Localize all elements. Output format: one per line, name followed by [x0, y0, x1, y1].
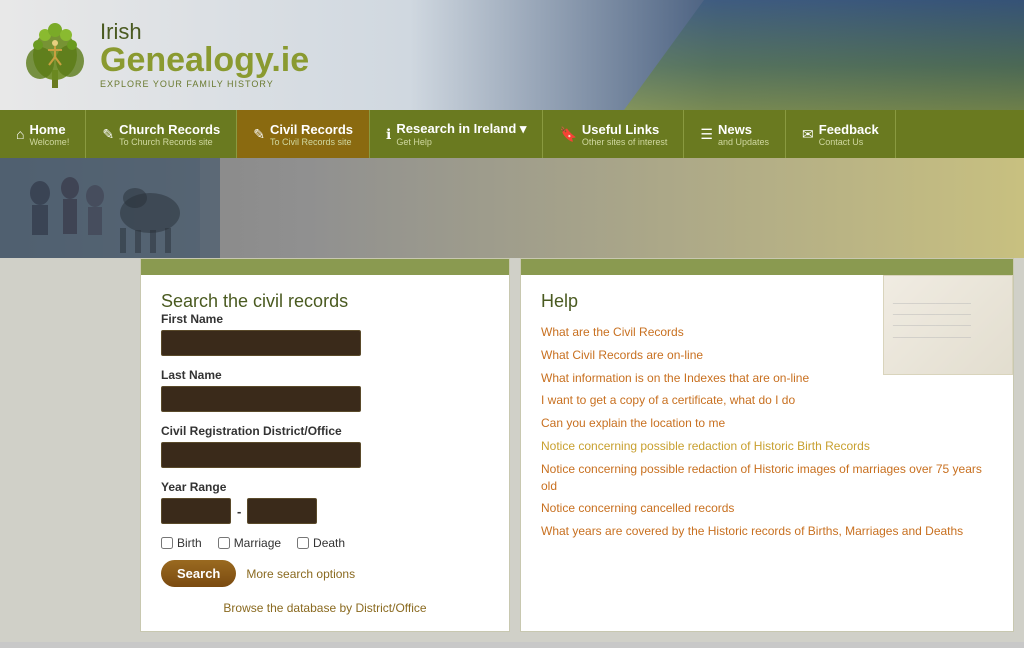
- more-options-link[interactable]: More search options: [246, 567, 355, 581]
- search-card-header: [141, 259, 509, 275]
- content-area: Search the civil records First Name Last…: [0, 258, 1024, 642]
- main-nav: ⌂ Home Welcome! ✎ Church Records To Chur…: [0, 110, 1024, 158]
- nav-links-title: Useful Links: [582, 122, 668, 137]
- first-name-group: First Name: [161, 312, 489, 356]
- record-type-checkboxes: Birth Marriage Death: [161, 536, 489, 550]
- help-card-header: [521, 259, 1013, 275]
- year-range-group: Year Range -: [161, 480, 489, 524]
- death-checkbox[interactable]: [297, 537, 309, 549]
- nav-home-title: Home: [29, 122, 69, 137]
- birth-checkbox-label[interactable]: Birth: [161, 536, 202, 550]
- first-name-label: First Name: [161, 312, 489, 326]
- help-link-3[interactable]: I want to get a copy of a certificate, w…: [541, 392, 993, 409]
- help-link-5[interactable]: Notice concerning possible redaction of …: [541, 438, 993, 455]
- banner-image: [0, 158, 200, 258]
- district-group: Civil Registration District/Office: [161, 424, 489, 468]
- home-icon: ⌂: [16, 126, 24, 142]
- logo-irish: Irish: [100, 21, 309, 43]
- logo-genealogy: Genealogy.ie: [100, 43, 309, 77]
- list-icon: ☰: [700, 126, 713, 143]
- help-link-6[interactable]: Notice concerning possible redaction of …: [541, 461, 993, 495]
- browse-link[interactable]: Browse the database by District/Office: [161, 601, 489, 615]
- nav-research-title: Research in Ireland ▾: [396, 121, 526, 137]
- help-card: ____________________ ___________________…: [520, 258, 1014, 632]
- death-checkbox-label[interactable]: Death: [297, 536, 345, 550]
- logo-tagline: EXPLORE YOUR FAMILY HISTORY: [100, 79, 309, 89]
- nav-news[interactable]: ☰ News and Updates: [684, 110, 786, 158]
- help-link-4[interactable]: Can you explain the location to me: [541, 415, 993, 432]
- nav-civil-sub: To Civil Records site: [270, 137, 353, 147]
- external-icon-church: ✎: [102, 126, 114, 143]
- logo-tree-icon: [20, 15, 90, 95]
- nav-useful-links[interactable]: 🔖 Useful Links Other sites of interest: [543, 110, 684, 158]
- death-label: Death: [313, 536, 345, 550]
- logo: Irish Genealogy.ie EXPLORE YOUR FAMILY H…: [20, 15, 309, 95]
- banner-svg: [0, 158, 220, 258]
- header: Irish Genealogy.ie EXPLORE YOUR FAMILY H…: [0, 0, 1024, 110]
- nav-home[interactable]: ⌂ Home Welcome!: [0, 110, 86, 158]
- district-input[interactable]: [161, 442, 361, 468]
- last-name-label: Last Name: [161, 368, 489, 382]
- help-link-8[interactable]: What years are covered by the Historic r…: [541, 523, 993, 540]
- nav-research-sub: Get Help: [396, 137, 526, 147]
- nav-civil-records[interactable]: ✎ Civil Records To Civil Records site: [237, 110, 370, 158]
- search-card-body: Search the civil records First Name Last…: [141, 275, 509, 631]
- last-name-group: Last Name: [161, 368, 489, 412]
- nav-civil-title: Civil Records: [270, 122, 353, 137]
- nav-feedback[interactable]: ✉ Feedback Contact Us: [786, 110, 896, 158]
- bookmark-icon: 🔖: [559, 126, 576, 143]
- search-actions: Search More search options: [161, 560, 489, 587]
- search-title: Search the civil records: [161, 291, 489, 312]
- marriage-label: Marriage: [234, 536, 281, 550]
- year-separator: -: [237, 504, 241, 519]
- marriage-checkbox[interactable]: [218, 537, 230, 549]
- nav-news-sub: and Updates: [718, 137, 769, 147]
- hero-banner: [0, 158, 1024, 258]
- help-link-7[interactable]: Notice concerning cancelled records: [541, 500, 993, 517]
- year-from-input[interactable]: [161, 498, 231, 524]
- district-label: Civil Registration District/Office: [161, 424, 489, 438]
- search-button[interactable]: Search: [161, 560, 236, 587]
- help-doc-bg: ____________________ ___________________…: [883, 275, 1013, 375]
- info-icon: ℹ: [386, 126, 391, 143]
- email-icon: ✉: [802, 126, 814, 143]
- nav-links-sub: Other sites of interest: [582, 137, 668, 147]
- help-card-body: ____________________ ___________________…: [521, 275, 1013, 562]
- last-name-input[interactable]: [161, 386, 361, 412]
- nav-church-title: Church Records: [119, 122, 220, 137]
- nav-feedback-title: Feedback: [819, 122, 879, 137]
- year-range-inputs: -: [161, 498, 489, 524]
- nav-news-title: News: [718, 122, 769, 137]
- nav-church-sub: To Church Records site: [119, 137, 220, 147]
- first-name-input[interactable]: [161, 330, 361, 356]
- nav-research[interactable]: ℹ Research in Ireland ▾ Get Help: [370, 110, 543, 158]
- nav-church-records[interactable]: ✎ Church Records To Church Records site: [86, 110, 237, 158]
- birth-checkbox[interactable]: [161, 537, 173, 549]
- marriage-checkbox-label[interactable]: Marriage: [218, 536, 281, 550]
- external-icon-civil: ✎: [253, 126, 265, 143]
- birth-label: Birth: [177, 536, 202, 550]
- logo-text: Irish Genealogy.ie EXPLORE YOUR FAMILY H…: [100, 21, 309, 89]
- year-to-input[interactable]: [247, 498, 317, 524]
- year-range-label: Year Range: [161, 480, 489, 494]
- nav-home-sub: Welcome!: [29, 137, 69, 147]
- nav-feedback-sub: Contact Us: [819, 137, 879, 147]
- search-card: Search the civil records First Name Last…: [140, 258, 510, 632]
